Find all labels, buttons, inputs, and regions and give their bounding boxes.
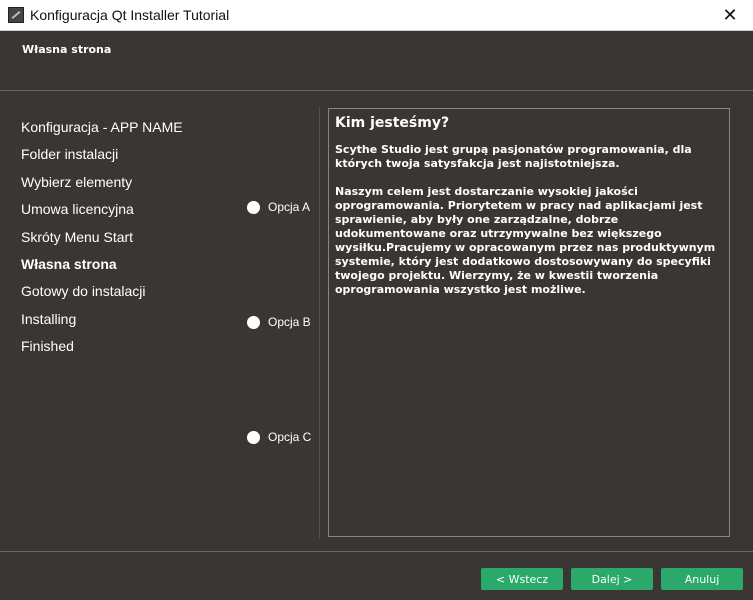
radio-label: Opcja B <box>268 315 311 329</box>
radio-circle-icon[interactable] <box>247 430 260 444</box>
page-title: Własna strona <box>22 43 112 56</box>
vertical-divider <box>319 107 320 539</box>
step-item: Finished <box>21 338 74 355</box>
step-item: Wybierz elementy <box>21 173 133 190</box>
step-item: Skróty Menu Start <box>21 228 134 245</box>
next-button[interactable]: Dalej > <box>571 568 653 590</box>
step-item: Konfiguracja - APP NAME <box>21 119 183 135</box>
radio-label: Opcja A <box>268 200 311 214</box>
header-divider <box>0 90 753 91</box>
content-panel[interactable]: Kim jesteśmy? Scythe Studio jest grupą p… <box>328 108 730 537</box>
radio-option-b[interactable]: Opcja B <box>247 315 311 329</box>
wizard-steps: Konfiguracja - APP NAME Folder instalacj… <box>21 117 183 364</box>
step-item: Umowa licencyjna <box>21 201 134 218</box>
step-item: Folder instalacji <box>21 146 119 163</box>
radio-option-a[interactable]: Opcja A <box>247 200 310 214</box>
footer-divider <box>0 551 753 552</box>
app-icon <box>8 7 24 23</box>
title-bar: Konfiguracja Qt Installer Tutorial ✕ <box>0 0 753 31</box>
window-title: Konfiguracja Qt Installer Tutorial <box>30 7 230 23</box>
wizard-header: Własna strona <box>0 31 753 89</box>
radio-circle-icon[interactable] <box>247 315 260 329</box>
content-paragraph: Scythe Studio jest grupą pasjonatów prog… <box>335 143 692 170</box>
radio-circle-icon[interactable] <box>247 200 260 214</box>
content-heading: Kim jesteśmy? <box>335 115 450 131</box>
back-button[interactable]: < Wstecz <box>481 568 563 590</box>
step-item: Installing <box>21 310 77 327</box>
close-button[interactable]: ✕ <box>707 0 753 30</box>
radio-label: Opcja C <box>268 430 312 444</box>
cancel-button[interactable]: Anuluj <box>661 568 743 590</box>
step-item-current: Własna strona <box>21 255 117 272</box>
radio-option-c[interactable]: Opcja C <box>247 430 311 444</box>
content-paragraph: Naszym celem jest dostarczanie wysokiej … <box>335 185 716 296</box>
step-item: Gotowy do instalacji <box>21 283 146 300</box>
close-icon: ✕ <box>722 4 738 26</box>
